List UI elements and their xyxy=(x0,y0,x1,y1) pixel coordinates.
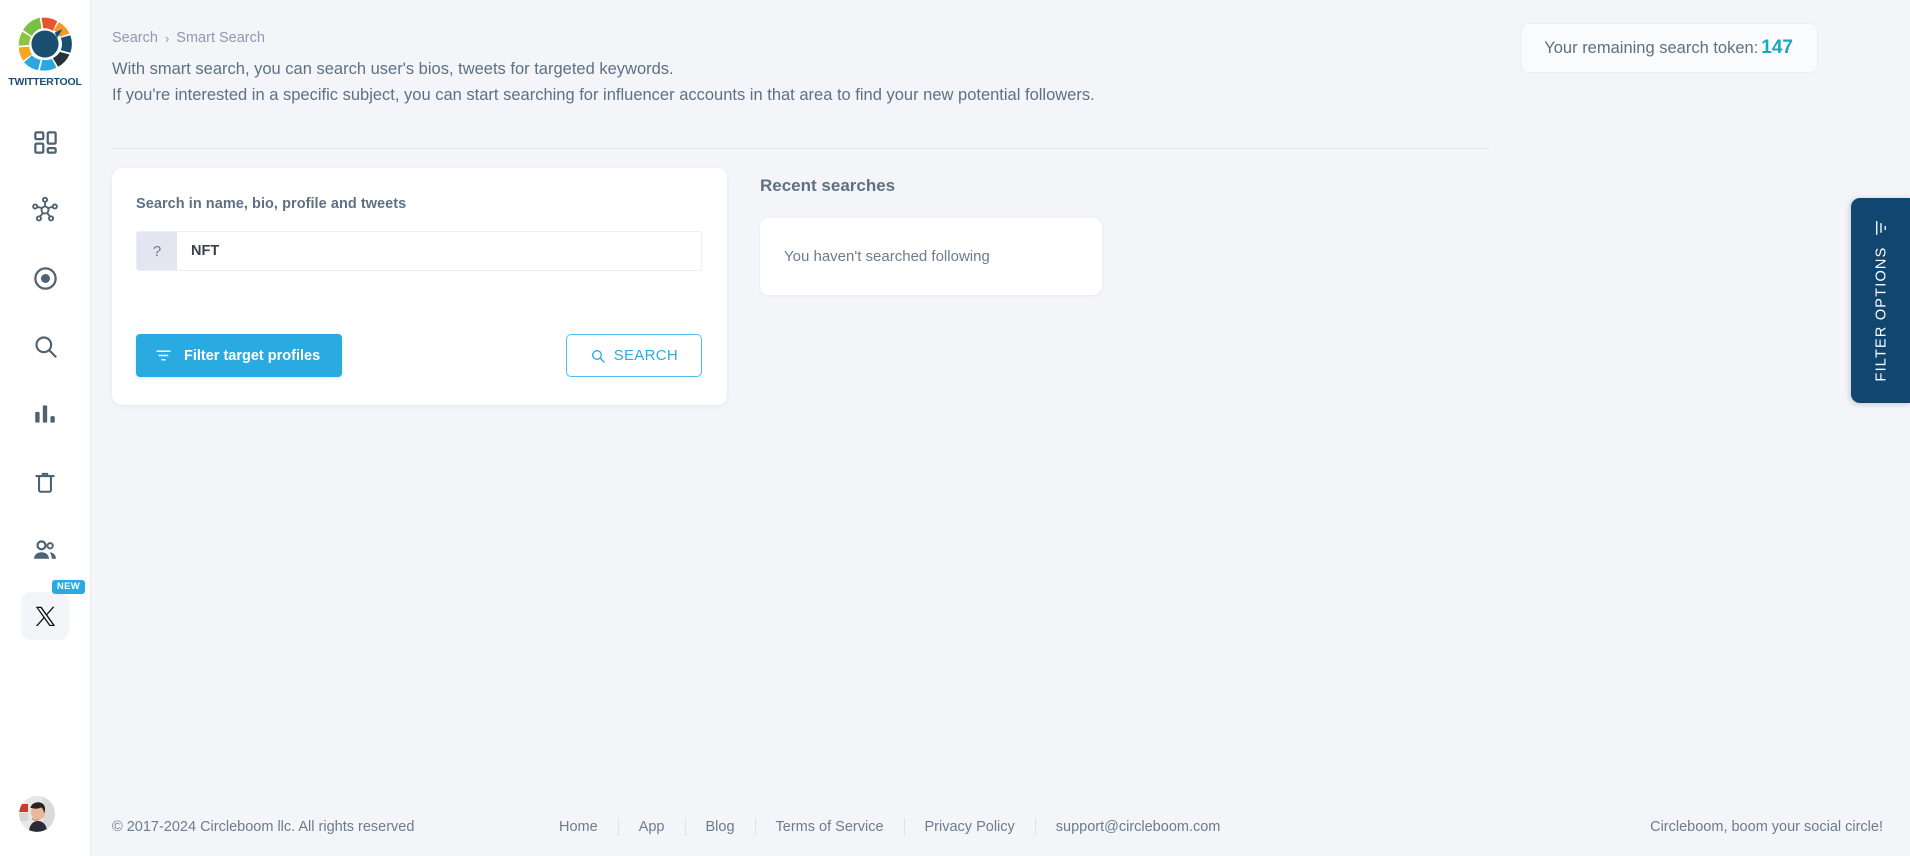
filter-icon xyxy=(156,350,171,361)
sidebar-nav: NEW xyxy=(17,114,85,640)
footer-link-privacy-policy[interactable]: Privacy Policy xyxy=(905,819,1035,835)
search-token-box: Your remaining search token: 147 xyxy=(1522,24,1817,72)
breadcrumb: Search › Smart Search xyxy=(112,30,265,46)
filter-icon xyxy=(1875,220,1886,236)
new-badge: NEW xyxy=(51,580,85,595)
users-icon xyxy=(34,540,56,559)
bar-chart-icon xyxy=(35,405,55,423)
search-token-count: 147 xyxy=(1761,37,1793,58)
circleboom-logo-icon xyxy=(18,17,72,71)
breadcrumb-current: Smart Search xyxy=(176,30,265,46)
chevron-right-icon: › xyxy=(164,30,170,46)
sidebar-item-x[interactable]: NEW xyxy=(21,580,85,640)
recent-searches-card: You haven't searched following xyxy=(760,218,1102,295)
avatar-image xyxy=(19,796,55,832)
sidebar-item-target[interactable] xyxy=(17,250,73,306)
search-token-label: Your remaining search token: xyxy=(1544,39,1759,57)
filter-options-tab[interactable]: FILTER OPTIONS xyxy=(1851,198,1910,403)
sidebar-item-analytics[interactable] xyxy=(17,386,73,442)
footer-link-home[interactable]: Home xyxy=(539,819,618,835)
search-card: Search in name, bio, profile and tweets … xyxy=(112,168,727,405)
recent-searches-empty-text: You haven't searched following xyxy=(784,248,990,265)
x-logo-icon xyxy=(35,606,55,626)
brand-name: TWITTERTOOL xyxy=(8,76,82,88)
search-input-row: ? xyxy=(136,231,702,271)
brand-logo[interactable]: TWITTERTOOL xyxy=(8,16,82,88)
recent-searches-section: Recent searches You haven't searched fol… xyxy=(760,176,1102,295)
filter-options-label: FILTER OPTIONS xyxy=(1872,246,1889,382)
filter-options-tab-inner: FILTER OPTIONS xyxy=(1872,220,1889,382)
sidebar-item-delete[interactable] xyxy=(17,454,73,510)
footer-link-support-email[interactable]: support@circleboom.com xyxy=(1036,819,1241,835)
search-card-label: Search in name, bio, profile and tweets xyxy=(136,196,407,212)
filter-target-profiles-label: Filter target profiles xyxy=(184,347,321,364)
trash-icon xyxy=(35,472,55,493)
description-line-1: With smart search, you can search user's… xyxy=(112,60,674,78)
search-icon xyxy=(591,349,605,363)
footer: © 2017-2024 Circleboom llc. All rights r… xyxy=(91,798,1910,856)
sidebar-item-network[interactable] xyxy=(17,182,73,238)
search-input[interactable] xyxy=(177,232,701,270)
search-card-actions: Filter target profiles SEARCH xyxy=(136,334,702,377)
footer-links: Home App Blog Terms of Service Privacy P… xyxy=(539,818,1240,836)
question-mark-icon[interactable]: ? xyxy=(137,232,177,270)
sidebar-item-search[interactable] xyxy=(17,318,73,374)
sidebar: TWITTERTOOL NEW xyxy=(0,0,91,856)
recent-searches-title: Recent searches xyxy=(760,176,896,195)
grid-dashboard-icon xyxy=(33,130,57,154)
user-avatar[interactable] xyxy=(19,796,55,832)
search-button[interactable]: SEARCH xyxy=(565,334,702,377)
breadcrumb-parent[interactable]: Search xyxy=(112,30,158,46)
footer-tagline: Circleboom, boom your social circle! xyxy=(1650,819,1883,835)
sidebar-item-dashboard[interactable] xyxy=(17,114,73,170)
page-description: With smart search, you can search user's… xyxy=(112,56,1095,108)
network-hub-icon xyxy=(32,196,58,222)
footer-link-terms-of-service[interactable]: Terms of Service xyxy=(756,819,904,835)
footer-copyright: © 2017-2024 Circleboom llc. All rights r… xyxy=(112,819,415,835)
search-icon xyxy=(34,335,57,358)
target-circle-icon xyxy=(33,266,57,290)
description-line-2: If you're interested in a specific subje… xyxy=(112,86,1095,104)
header-divider xyxy=(112,148,1489,149)
main-content: Search › Smart Search With smart search,… xyxy=(91,0,1910,856)
sidebar-item-users[interactable] xyxy=(17,522,73,578)
footer-link-app[interactable]: App xyxy=(619,819,685,835)
filter-target-profiles-button[interactable]: Filter target profiles xyxy=(136,334,343,377)
search-button-label: SEARCH xyxy=(613,347,678,364)
app-root: TWITTERTOOL NEW Search › Smart Search Wi… xyxy=(0,0,1910,856)
footer-link-blog[interactable]: Blog xyxy=(686,819,755,835)
